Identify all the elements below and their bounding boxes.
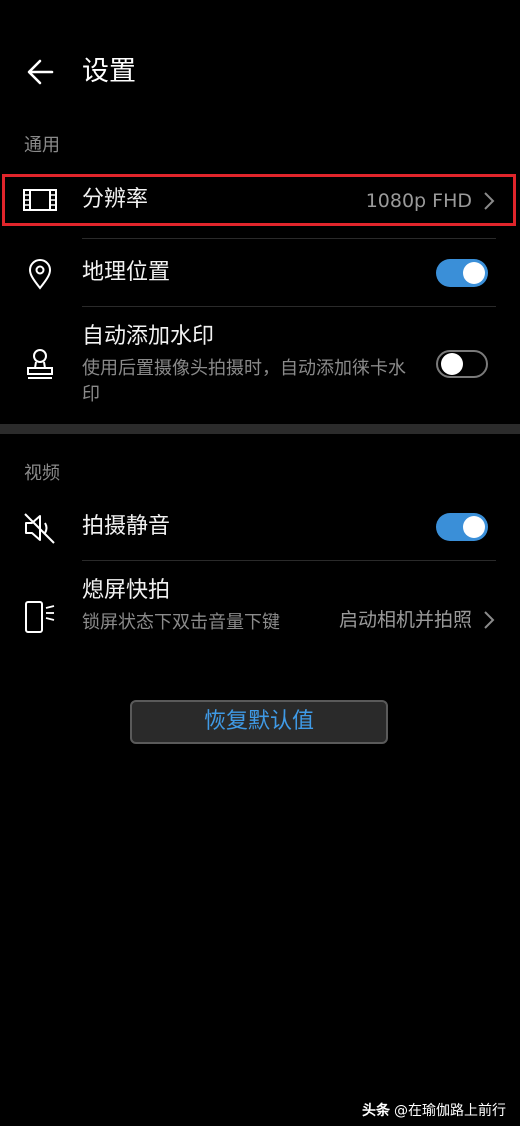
section-divider <box>0 424 520 434</box>
quick-snap-label: 熄屏快拍 <box>82 578 171 603</box>
location-pin-icon <box>22 256 58 292</box>
watermark-label: 自动添加水印 <box>82 324 215 349</box>
watermark-brand: 头条 <box>362 1103 390 1119</box>
mute-label: 拍摄静音 <box>82 514 171 539</box>
quick-snap-row[interactable]: 熄屏快拍 锁屏状态下双击音量下键 启动相机并拍照 <box>0 562 520 674</box>
page-title: 设置 <box>82 56 136 87</box>
back-arrow-icon[interactable] <box>22 52 62 92</box>
quick-snap-value: 启动相机并拍照 <box>338 609 472 631</box>
reset-defaults-button[interactable]: 恢复默认值 <box>130 700 388 744</box>
highlight-box <box>2 174 516 226</box>
mute-toggle[interactable] <box>436 513 488 541</box>
section-label-general: 通用 <box>24 135 60 156</box>
watermark-toggle[interactable] <box>436 350 488 378</box>
stamp-icon <box>22 346 58 382</box>
phone-side-key-icon <box>22 598 58 634</box>
mute-row[interactable]: 拍摄静音 <box>0 496 520 560</box>
speaker-mute-icon <box>22 510 58 546</box>
location-toggle[interactable] <box>436 259 488 287</box>
watermark-author: @在瑜伽路上前行 <box>394 1103 506 1119</box>
header: 设置 <box>0 0 520 120</box>
divider <box>82 306 496 307</box>
divider <box>82 238 496 239</box>
section-label-video: 视频 <box>24 463 60 484</box>
footer-watermark: 头条 @在瑜伽路上前行 <box>362 1100 506 1120</box>
location-label: 地理位置 <box>82 260 171 285</box>
location-row[interactable]: 地理位置 <box>0 240 520 306</box>
watermark-description: 使用后置摄像头拍摄时，自动添加徕卡水印 <box>82 358 406 405</box>
quick-snap-description: 锁屏状态下双击音量下键 <box>82 612 280 633</box>
watermark-row[interactable]: 自动添加水印 使用后置摄像头拍摄时，自动添加徕卡水印 <box>0 308 520 420</box>
chevron-right-icon <box>482 609 496 631</box>
divider <box>82 560 496 561</box>
